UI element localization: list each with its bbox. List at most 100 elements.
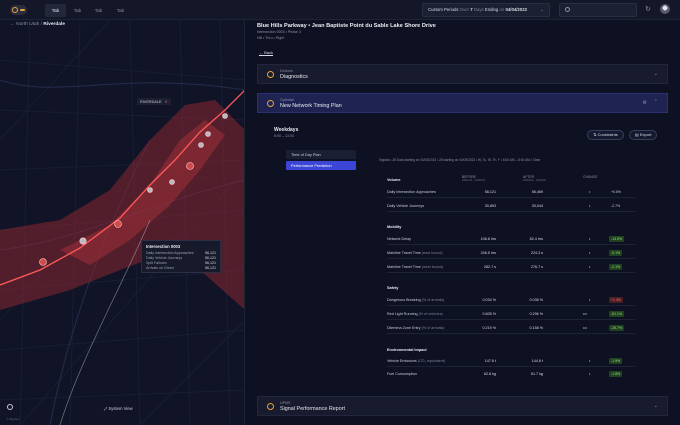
- change-badge: -2.1%: [609, 264, 623, 270]
- metric-name: Dilemma Zone Entry: [387, 326, 421, 330]
- back-arrow-icon[interactable]: ←: [10, 22, 15, 27]
- tab-2[interactable]: Tab: [67, 4, 88, 17]
- table-row: Mainline Travel Time (west bound) 282.7 …: [387, 263, 635, 273]
- metric-label: Mainline Travel Time (east bound): [387, 251, 443, 255]
- section-name: Diagnostics: [280, 74, 308, 80]
- chevron-down-icon[interactable]: ⌄: [654, 403, 658, 409]
- change-badge: +1.3%: [609, 297, 624, 303]
- export-button[interactable]: ▤ Export: [629, 130, 658, 140]
- metric-name: Vehicle Emissions: [387, 359, 417, 363]
- section-diagnostics[interactable]: Devices Diagnostics ⌄: [257, 64, 668, 84]
- before-value: 0.605 %: [482, 312, 496, 316]
- change-indicator: •: [589, 190, 591, 194]
- column-after-range: 04/04/22 – 04/10/22: [523, 179, 547, 182]
- metric-name: Fuel Consumption: [387, 372, 417, 376]
- change-indicator: •: [589, 204, 591, 208]
- before-value: 30,893: [484, 204, 496, 208]
- filter-summary: Signals • 28 Data starting on 04/03/2022…: [379, 158, 541, 162]
- metric-name: Dangerous Breaking: [387, 298, 421, 302]
- side-item-time-of-day-plan[interactable]: Time of Day Plan: [286, 150, 356, 159]
- period-selector[interactable]: Custom Periods Over 7 Days Ending on 04/…: [422, 3, 550, 17]
- back-link[interactable]: ← Back: [259, 50, 273, 55]
- chevron-down-icon: ⌄: [540, 7, 544, 12]
- metric-unit: (% of arrivals): [421, 326, 445, 330]
- section-category: UPMS: [280, 401, 291, 405]
- metric-unit: (west bound): [421, 265, 444, 269]
- close-icon[interactable]: ✕: [165, 100, 168, 104]
- before-value: 58,121: [484, 190, 496, 194]
- metric-unit: (% of vehicles): [418, 312, 443, 316]
- table-row: Dilemma Zone Entry (% of arrivals) 0.219…: [387, 324, 635, 334]
- back-label: Back: [264, 50, 274, 55]
- breadcrumb: ← North Utah / Riverdale: [10, 22, 65, 27]
- page-title: Blue Hills Parkway • Jean Baptiste Point…: [257, 23, 436, 29]
- table-row: Vehicle Emissions (CO₂ equivalent) 147.6…: [387, 357, 635, 367]
- timing-plan-icon: [267, 100, 274, 107]
- chevron-down-icon[interactable]: ⌄: [654, 71, 658, 77]
- column-before: BEFORE 04/01/22 – 04/03/22: [462, 175, 485, 182]
- metric-unit: (east bound): [421, 251, 443, 255]
- tooltip-key: Arrivals on Green: [146, 266, 174, 270]
- after-value: 0.158 %: [529, 326, 543, 330]
- side-item-performance-prediction[interactable]: Performance Prediction: [286, 161, 356, 170]
- schedule-title: Weekdays: [274, 127, 299, 133]
- chevron-up-icon[interactable]: ⌃: [654, 99, 658, 105]
- map-canvas[interactable]: [0, 20, 245, 425]
- section-name: New Network Timing Plan: [280, 103, 342, 109]
- after-value: 82.4 hrs: [529, 237, 543, 241]
- section-signal-performance-report[interactable]: UPMS Signal Performance Report ⌄: [257, 396, 668, 416]
- period-days: 7: [470, 7, 473, 12]
- logo-icon[interactable]: [10, 5, 27, 15]
- section-timing-plan[interactable]: Optimize New Network Timing Plan ⚙ ⌃: [257, 93, 668, 113]
- metric-unit: (% of arrivals): [421, 298, 445, 302]
- breadcrumb-separator: /: [40, 22, 43, 27]
- metric-label: Daily Intersection Approaches: [387, 190, 436, 194]
- change-indicator: •: [589, 265, 591, 269]
- metric-name: Mainline Travel Time: [387, 265, 421, 269]
- tab-3[interactable]: Tab: [88, 4, 109, 17]
- refresh-icon[interactable]: ↻: [645, 5, 651, 14]
- table-row: Mainline Travel Time (east bound) 246.5 …: [387, 249, 635, 259]
- table-row: Red Light Running (% of vehicles) 0.605 …: [387, 310, 635, 320]
- system-view-label: System View: [108, 406, 133, 411]
- after-value: 0.296 %: [529, 312, 543, 316]
- breadcrumb-parent[interactable]: North Utah: [16, 22, 39, 27]
- after-value: 61.7 kg: [530, 372, 543, 376]
- change-indicator: •: [589, 359, 591, 363]
- breadcrumb-current: Riverdale: [43, 22, 65, 27]
- movement-subtitle: NB • Thru • Right: [257, 36, 285, 40]
- gear-icon[interactable]: ⚙: [643, 100, 647, 106]
- table-row: Dangerous Breaking (% of arrivals) 0.034…: [387, 296, 635, 306]
- system-view-button[interactable]: ⤢ System View: [104, 406, 133, 411]
- period-date: 04/04/2022: [505, 7, 527, 12]
- before-value: 147.6 t: [484, 359, 496, 363]
- metric-label: Fuel Consumption: [387, 372, 417, 376]
- after-value: 276.7 s: [530, 265, 543, 269]
- detail-panel: Blue Hills Parkway • Jean Baptiste Point…: [246, 20, 680, 425]
- map-panel[interactable]: ← North Utah / Riverdale RIVERDALE ✕ Inte…: [0, 20, 245, 425]
- constraints-button[interactable]: ⇅ Constraints: [587, 130, 624, 140]
- change-badge: -9.1%: [609, 250, 623, 256]
- metric-name: Mainline Travel Time: [387, 251, 421, 255]
- avatar[interactable]: [660, 4, 670, 14]
- tab-1[interactable]: Tab: [45, 4, 66, 17]
- map-area-label[interactable]: RIVERDALE ✕: [137, 98, 171, 105]
- metric-unit: (CO₂ equivalent): [417, 359, 446, 363]
- metric-label: Red Light Running (% of vehicles): [387, 312, 443, 316]
- settings-icon[interactable]: [7, 404, 13, 410]
- period-label: Custom Periods: [428, 7, 459, 12]
- group-title: Safety: [387, 286, 399, 290]
- schedule-hours: 6:00 – 13:00: [274, 134, 294, 138]
- tooltip-value: 56,121: [205, 266, 216, 270]
- tab-4[interactable]: Tab: [110, 4, 131, 17]
- change-indicator: •••: [583, 312, 587, 316]
- period-ending: Ending: [484, 7, 499, 12]
- metric-name: Network Delay: [387, 237, 411, 241]
- search-input[interactable]: [559, 3, 637, 17]
- column-change: CHANGE: [583, 175, 598, 179]
- change-badge: -25.7%: [609, 325, 625, 331]
- change-badge: -51.1%: [609, 311, 625, 317]
- before-value: 106.8 hrs: [480, 237, 496, 241]
- metric-label: Dilemma Zone Entry (% of arrivals): [387, 326, 444, 330]
- change-indicator: •: [589, 251, 591, 255]
